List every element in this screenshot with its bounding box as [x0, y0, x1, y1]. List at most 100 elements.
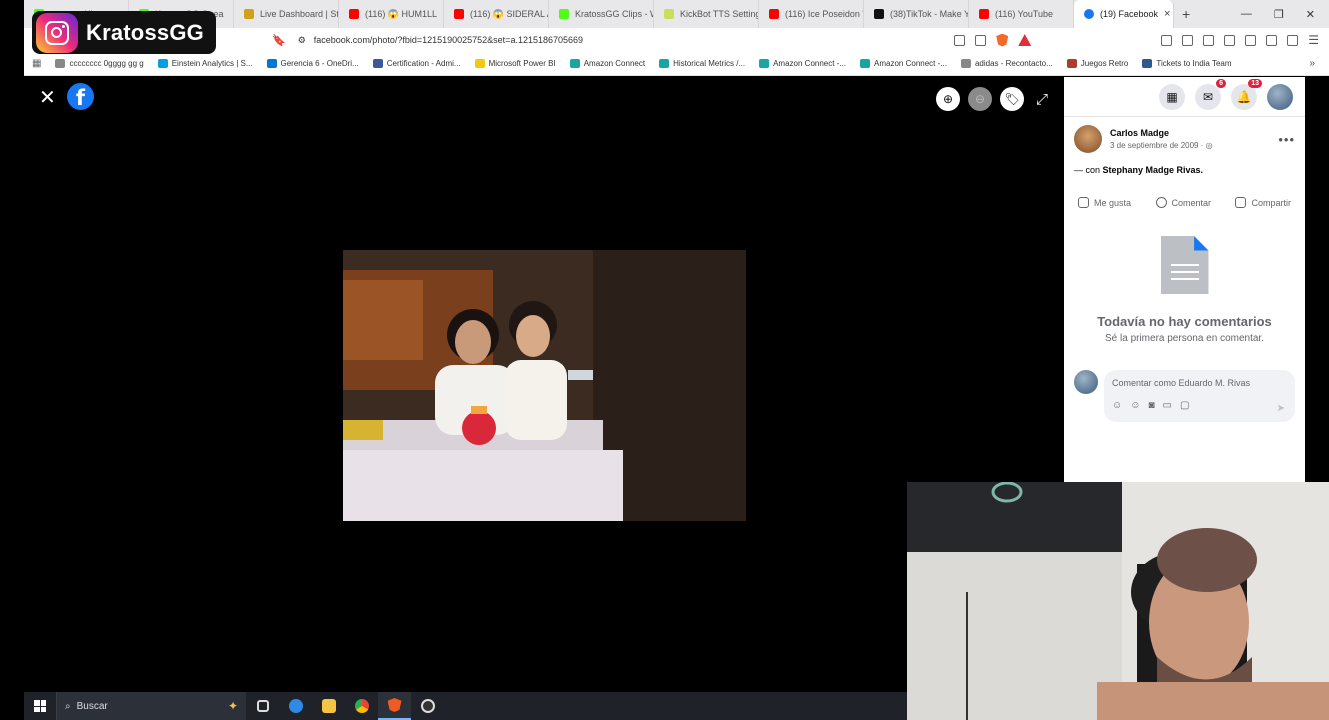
- tab-facebook[interactable]: (19) Facebook ×: [1074, 0, 1174, 28]
- comment-input[interactable]: Comentar como Eduardo M. Rivas ☺ ☺ ◙ ▭ ▢…: [1104, 370, 1295, 422]
- tab-item[interactable]: KratossGG Clips - W: [549, 0, 654, 28]
- share-button[interactable]: Compartir: [1235, 197, 1291, 208]
- bookmark-item[interactable]: cccccccc 0gggg gg g: [55, 59, 144, 68]
- bookmark-item[interactable]: Microsoft Power BI: [474, 59, 556, 68]
- share-icon[interactable]: [975, 34, 987, 46]
- tab-favicon-icon: [979, 9, 989, 19]
- edge-app[interactable]: [279, 692, 312, 720]
- url-bar[interactable]: ⚙ facebook.com/photo/?fbid=1215190025752…: [298, 35, 583, 46]
- avatar-sticker-icon[interactable]: ☺: [1112, 400, 1122, 411]
- bookmark-item[interactable]: Amazon Connect: [569, 59, 645, 68]
- bookmark-item[interactable]: Tickets to India Team: [1142, 59, 1232, 68]
- share-arrow-icon: [1235, 197, 1247, 208]
- bookmark-item[interactable]: Amazon Connect -...: [860, 59, 947, 68]
- post-date[interactable]: 3 de septiembre de 2009 · ◎: [1110, 141, 1213, 150]
- bookmark-label: cccccccc 0gggg gg g: [69, 59, 144, 68]
- brave-rewards-icon[interactable]: [1018, 34, 1032, 46]
- more-bookmarks-icon[interactable]: »: [1309, 58, 1329, 69]
- tab-label: KickBot TTS Setting: [680, 9, 759, 19]
- task-view-icon: [256, 700, 269, 712]
- browser-tab-bar: events - KicKratossGG StreaLive Dashboar…: [24, 0, 1329, 28]
- bookmark-favicon-icon: [759, 59, 770, 68]
- url-text[interactable]: facebook.com/photo/?fbid=1215190025752&s…: [314, 35, 583, 45]
- facebook-header: ▦ ✉ 6 🔔 13: [1064, 77, 1305, 117]
- cast-icon[interactable]: [954, 34, 966, 46]
- bookmark-item[interactable]: Historical Metrics /...: [659, 59, 745, 68]
- new-tab-button[interactable]: +: [1174, 6, 1198, 22]
- edge-icon: [288, 699, 303, 713]
- post-actions: Me gusta Comentar Compartir: [1064, 179, 1305, 208]
- vpn-icon[interactable]: [1287, 34, 1299, 46]
- tab-item[interactable]: (38)TikTok - Make Y: [864, 0, 969, 28]
- tab-item[interactable]: KickBot TTS Setting: [654, 0, 759, 28]
- bookmark-icon[interactable]: 🔖: [272, 34, 286, 47]
- bookmark-item[interactable]: Juegos Retro: [1066, 59, 1128, 68]
- bookmark-item[interactable]: Amazon Connect -...: [759, 59, 846, 68]
- tab-label: Live Dashboard | St: [260, 9, 339, 19]
- tag-icon[interactable]: 🏷: [1000, 87, 1024, 111]
- leo-ai-icon[interactable]: [1266, 34, 1278, 46]
- bookmark-item[interactable]: Einstein Analytics | S...: [157, 59, 253, 68]
- address-bar-row: 🔖 ⚙ facebook.com/photo/?fbid=12151900257…: [24, 28, 1329, 52]
- tab-favicon-icon: [874, 9, 884, 19]
- instagram-logo-icon: [36, 12, 78, 53]
- obs-app[interactable]: [411, 692, 444, 720]
- window-controls: — ❐ ✕: [1241, 8, 1329, 21]
- bookmark-item[interactable]: Certification - Admi...: [372, 59, 461, 68]
- comment-button[interactable]: Comentar: [1155, 197, 1211, 208]
- zoom-in-icon[interactable]: ⊕: [936, 87, 960, 111]
- restore-button[interactable]: ❐: [1274, 8, 1284, 21]
- file-explorer-app[interactable]: [312, 692, 345, 720]
- minimize-button[interactable]: —: [1241, 8, 1252, 21]
- taskbar-search[interactable]: ⌕ Buscar ✦: [56, 692, 246, 720]
- author-name[interactable]: Carlos Madge: [1110, 128, 1213, 138]
- author-avatar[interactable]: [1074, 125, 1102, 153]
- like-button[interactable]: Me gusta: [1078, 197, 1131, 208]
- tagged-person[interactable]: Stephany Madge Rivas.: [1103, 165, 1204, 175]
- document-icon: [1160, 236, 1209, 294]
- bookmark-item[interactable]: Gerencia 6 - OneDri...: [266, 59, 359, 68]
- empty-comments: Todavía no hay comentarios Sé la primera…: [1064, 236, 1305, 344]
- extension-icon[interactable]: [1161, 34, 1173, 46]
- bookmark-favicon-icon: [1142, 59, 1153, 68]
- task-view-button[interactable]: [246, 692, 279, 720]
- fullscreen-icon[interactable]: ⤢: [1036, 91, 1048, 108]
- emoji-icon[interactable]: ☺: [1130, 400, 1140, 411]
- close-tab-icon[interactable]: ×: [1164, 8, 1170, 20]
- sidebar-icon[interactable]: [1224, 34, 1236, 46]
- brave-shield-icon[interactable]: [996, 33, 1009, 47]
- apps-grid-icon[interactable]: ▦: [32, 58, 41, 69]
- menu-icon[interactable]: ☰: [1308, 33, 1319, 47]
- menu-grid-icon[interactable]: ▦: [1159, 83, 1185, 110]
- chrome-icon: [354, 699, 369, 713]
- tab-label: (38)TikTok - Make Y: [890, 9, 969, 19]
- camera-icon[interactable]: ◙: [1148, 400, 1154, 411]
- windows-taskbar: ⌕ Buscar ✦: [24, 692, 907, 720]
- more-options-icon[interactable]: •••: [1278, 132, 1295, 147]
- close-window-button[interactable]: ✕: [1306, 8, 1315, 21]
- tab-item[interactable]: (116) 😱 SIDERAL ARREF: [444, 0, 549, 28]
- media-icon[interactable]: [1203, 34, 1215, 46]
- gif-icon[interactable]: ▭: [1162, 400, 1171, 411]
- notifications-icon[interactable]: 🔔 13: [1231, 78, 1262, 110]
- comment-placeholder[interactable]: Comentar como Eduardo M. Rivas: [1112, 378, 1287, 388]
- bookmark-item[interactable]: adidas - Recontacto...: [960, 59, 1053, 68]
- bookmark-label: Gerencia 6 - OneDri...: [280, 59, 359, 68]
- sticker-icon[interactable]: ▢: [1180, 400, 1189, 411]
- site-settings-icon[interactable]: ⚙: [298, 35, 306, 46]
- brave-app[interactable]: [378, 692, 411, 720]
- screenshot-icon[interactable]: [1245, 34, 1257, 46]
- tab-item[interactable]: Live Dashboard | St: [234, 0, 339, 28]
- messenger-icon[interactable]: ✉ 6: [1195, 78, 1226, 110]
- tab-item[interactable]: (116) YouTube: [969, 0, 1074, 28]
- wallet-icon[interactable]: [1182, 34, 1194, 46]
- tab-item[interactable]: (116) 😱 HUM1LL: [339, 0, 444, 28]
- send-icon: ➤: [1276, 403, 1285, 414]
- tab-item[interactable]: (116) Ice Poseidon V: [759, 0, 864, 28]
- profile-avatar[interactable]: [1267, 83, 1293, 110]
- facebook-logo-icon[interactable]: f: [67, 83, 94, 110]
- close-viewer-button[interactable]: ✕: [39, 85, 56, 110]
- start-button[interactable]: [24, 700, 56, 712]
- bookmarks-bar: ▦ cccccccc 0gggg gg g Einstein Analytics …: [24, 52, 1329, 76]
- chrome-app[interactable]: [345, 692, 378, 720]
